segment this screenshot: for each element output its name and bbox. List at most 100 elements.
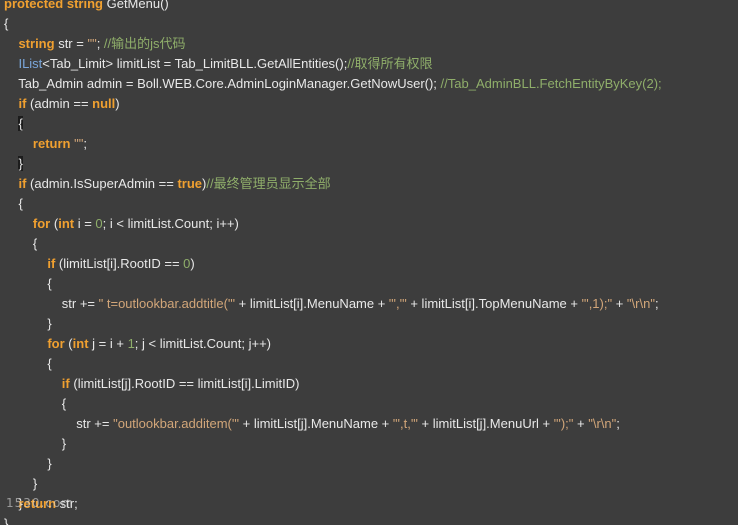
code-text: + limitList[j].MenuName +: [239, 416, 393, 431]
number-literal: 1: [127, 336, 135, 351]
code-text: {: [4, 396, 67, 411]
code-text: {: [4, 356, 52, 371]
code-text: (admin.IsSuperAdmin ==: [26, 176, 178, 191]
code-line-4: IList<Tab_Limit> limitList = Tab_LimitBL…: [4, 54, 433, 74]
string-literal: " t=outlookbar.addtitle('": [98, 296, 236, 311]
code-text: str =: [54, 36, 88, 51]
keyword: null: [92, 96, 116, 111]
keyword: int: [58, 216, 75, 231]
comment: //取得所有权限: [347, 56, 433, 71]
code-line-3: string str = ""; //输出的js代码: [4, 34, 186, 54]
keyword: for: [32, 216, 51, 231]
code-text: ;: [616, 416, 620, 431]
code-text: <Tab_Limit> limitList = Tab_LimitBLL.Get…: [42, 56, 348, 71]
keyword: return: [32, 136, 71, 151]
code-line-23: }: [4, 434, 66, 454]
code-text: + limitList[i].TopMenuName +: [406, 296, 582, 311]
keyword: if: [61, 376, 70, 391]
matched-brace-highlight: {: [18, 116, 23, 131]
keyword: for: [47, 336, 65, 351]
code-line-18: for (int j = i + 1; j < limitList.Count;…: [4, 334, 271, 354]
code-text: (: [50, 216, 59, 231]
string-literal: "',t,'": [392, 416, 418, 431]
string-literal: "\r\n": [588, 416, 617, 431]
code-text: {: [4, 236, 38, 251]
code-line-15: {: [4, 274, 52, 294]
code-text: + limitList[i].MenuName +: [235, 296, 389, 311]
code-text: str +=: [4, 416, 114, 431]
interface-type: IList: [18, 56, 43, 71]
code-text: ;: [83, 136, 87, 151]
comment: //Tab_AdminBLL.FetchEntityByKey(2);: [440, 76, 662, 91]
matched-brace-highlight: }: [18, 156, 23, 171]
code-line-7: {: [4, 114, 23, 134]
code-text: GetMenu(): [102, 0, 169, 11]
string-literal: "\r\n": [626, 296, 655, 311]
code-text: +: [573, 416, 589, 431]
code-text: i =: [74, 216, 96, 231]
keyword: protected: [4, 0, 64, 11]
code-text: (limitList[i].RootID ==: [55, 256, 184, 271]
code-text: ): [190, 256, 195, 271]
code-line-9: }: [4, 154, 23, 174]
code-text: ;: [96, 36, 104, 51]
code-text: }: [4, 476, 38, 491]
code-line-17: }: [4, 314, 52, 334]
code-line-10: if (admin.IsSuperAdmin == true)//最终管理员显示…: [4, 174, 330, 194]
code-text: {: [4, 276, 52, 291]
keyword: string: [18, 36, 55, 51]
keyword: string: [66, 0, 103, 11]
code-text: ;: [654, 296, 659, 311]
number-literal: 0: [95, 216, 103, 231]
code-line-1: protected string GetMenu(): [4, 0, 169, 14]
code-text: ): [115, 96, 120, 111]
code-text: + limitList[j].MenuUrl +: [417, 416, 554, 431]
code-editor[interactable]: protected string GetMenu() { string str …: [0, 0, 738, 525]
code-text: (: [64, 336, 73, 351]
code-text: }: [4, 456, 52, 471]
code-text: Tab_Admin admin = Boll.WEB.Core.AdminLog…: [4, 76, 441, 91]
code-line-14: if (limitList[i].RootID == 0): [4, 254, 195, 274]
code-line-12: for (int i = 0; i < limitList.Count; i++…: [4, 214, 239, 234]
watermark-text: 1530.com: [6, 496, 74, 510]
keyword: true: [177, 176, 202, 191]
code-line-5: Tab_Admin admin = Boll.WEB.Core.AdminLog…: [4, 74, 662, 94]
code-text: (admin ==: [26, 96, 93, 111]
code-line-11: {: [4, 194, 23, 214]
code-line-19: {: [4, 354, 52, 374]
code-text: j = i +: [88, 336, 128, 351]
code-line-22: str += "outlookbar.additem('" + limitLis…: [4, 414, 620, 434]
code-line-24: }: [4, 454, 52, 474]
code-line-8: return "";: [4, 134, 87, 154]
code-line-16: str += " t=outlookbar.addtitle('" + limi…: [4, 294, 659, 314]
comment: //输出的js代码: [103, 36, 186, 51]
code-line-21: {: [4, 394, 66, 414]
code-line-20: if (limitList[j].RootID == limitList[i].…: [4, 374, 300, 394]
code-text: }: [4, 516, 9, 525]
code-text: +: [612, 296, 627, 311]
code-text: }: [4, 316, 52, 331]
code-text: }: [4, 436, 67, 451]
string-literal: "','": [388, 296, 407, 311]
code-line-6: if (admin == null): [4, 94, 120, 114]
string-literal: "');": [553, 416, 574, 431]
code-text: {: [4, 196, 23, 211]
string-literal: "": [74, 136, 84, 151]
code-text: str +=: [4, 296, 99, 311]
code-line-2: {: [4, 14, 8, 34]
code-line-28: }: [4, 514, 8, 525]
code-text: ; i < limitList.Count; i++): [102, 216, 239, 231]
code-line-25: }: [4, 474, 37, 494]
keyword: int: [72, 336, 89, 351]
